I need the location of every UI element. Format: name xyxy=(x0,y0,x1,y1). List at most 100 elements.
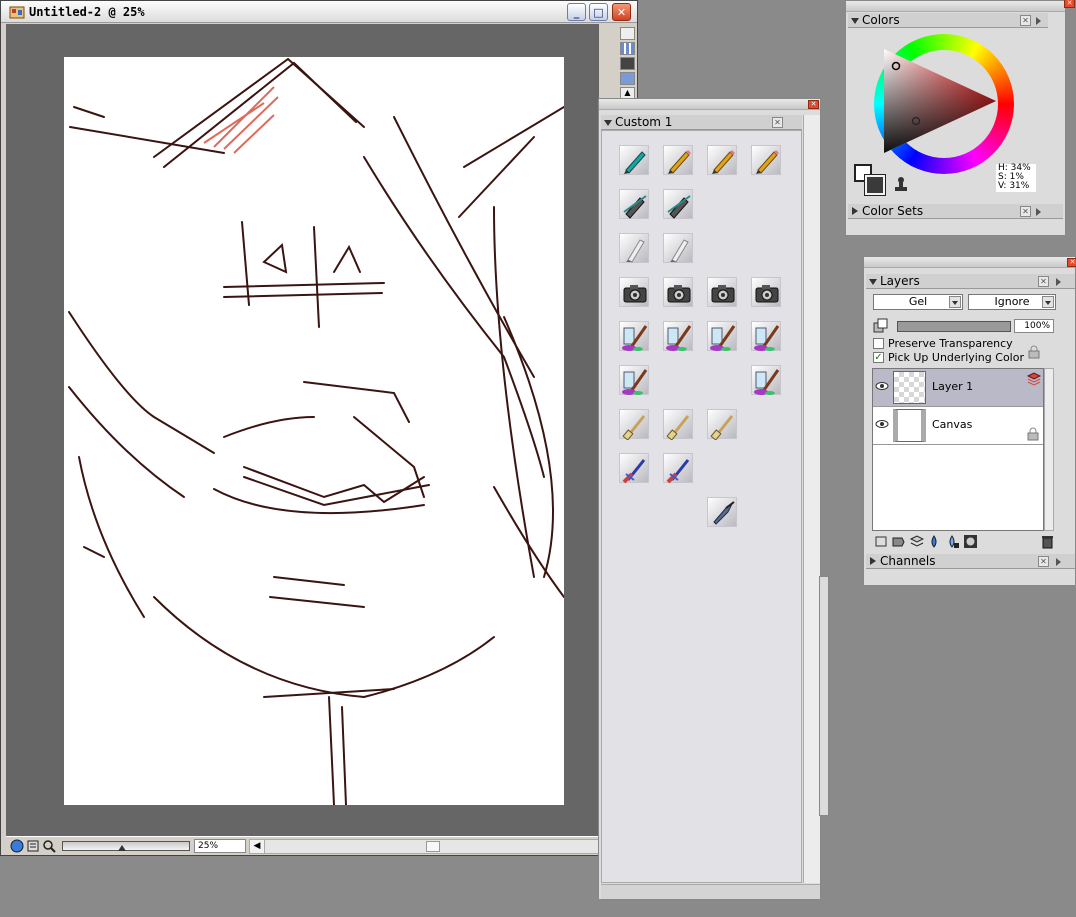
palette-menu-icon[interactable] xyxy=(1036,17,1041,25)
water-brush-icon[interactable] xyxy=(619,321,649,351)
flat-brush-icon[interactable] xyxy=(619,409,649,440)
collapse-arrow-icon[interactable] xyxy=(869,279,877,285)
preserve-transparency-checkbox[interactable] xyxy=(873,338,884,349)
canvas-area[interactable] xyxy=(6,24,599,836)
minimize-button[interactable]: _ xyxy=(567,3,586,21)
composite-method-value: Gel xyxy=(908,295,928,308)
close-button[interactable]: ✕ xyxy=(612,3,631,21)
maximize-button[interactable]: □ xyxy=(589,3,608,21)
opacity-slider[interactable] xyxy=(897,321,1011,332)
saturation-value-triangle[interactable] xyxy=(876,41,998,161)
drawing-canvas[interactable] xyxy=(64,57,564,805)
layer-row-layer-1[interactable]: Layer 1 xyxy=(873,369,1043,407)
camera-icon[interactable] xyxy=(707,277,737,307)
flat-brush-icon[interactable] xyxy=(707,409,737,440)
pick-up-underlying-checkbox[interactable]: ✓ xyxy=(873,352,884,363)
document-titlebar[interactable]: Untitled-2 @ 25% _ □ ✕ xyxy=(1,1,637,23)
colors-title: Colors xyxy=(862,13,900,27)
group-layers-icon[interactable] xyxy=(909,534,924,549)
layer-thumbnail xyxy=(893,371,926,404)
layer-list-scrollbar[interactable] xyxy=(1044,368,1054,531)
grid-icon[interactable] xyxy=(620,42,635,55)
globe-icon[interactable] xyxy=(10,839,24,853)
zoom-slider-thumb[interactable] xyxy=(118,843,126,851)
palette-menu-icon[interactable] xyxy=(1056,558,1061,566)
flat-brush-icon[interactable] xyxy=(663,409,693,440)
water-brush-icon[interactable] xyxy=(751,321,781,351)
layer-mask-icon[interactable] xyxy=(963,534,978,549)
composite-method-select[interactable]: Gel xyxy=(873,294,963,310)
layers-palette-titlebar[interactable] xyxy=(864,257,1075,268)
custom-palette-scrollbar[interactable] xyxy=(803,115,820,883)
eraser-pen-icon[interactable] xyxy=(663,189,693,219)
layer-row-canvas[interactable]: Canvas xyxy=(873,407,1043,445)
pencil-gold-icon[interactable] xyxy=(707,145,737,175)
eye-icon[interactable] xyxy=(875,417,889,431)
colors-palette: ✕ Colors ✕ H: 34% S: 1% V: 31% Color Set… xyxy=(845,0,1075,236)
eye-icon[interactable] xyxy=(875,379,889,393)
horizontal-scroll-thumb[interactable] xyxy=(426,841,440,852)
color-brush-icon[interactable] xyxy=(663,453,693,484)
water-brush-icon[interactable] xyxy=(751,365,781,395)
grabber-icon[interactable] xyxy=(26,839,40,853)
channels-header[interactable]: Channels ✕ xyxy=(866,554,1075,569)
zoom-value-field[interactable]: 25% xyxy=(194,839,246,853)
pencil-gold-icon[interactable] xyxy=(751,145,781,175)
nib-icon[interactable] xyxy=(663,233,693,263)
colors-header[interactable]: Colors ✕ xyxy=(848,13,1048,28)
chevron-down-icon[interactable] xyxy=(1042,296,1054,308)
chevron-down-icon[interactable] xyxy=(949,296,961,308)
palette-knife-icon[interactable] xyxy=(707,497,737,527)
water-brush-icon[interactable] xyxy=(663,321,693,351)
close-section-icon[interactable]: ✕ xyxy=(1020,15,1031,26)
custom-palette-close-button[interactable]: ✕ xyxy=(808,100,819,109)
collapse-arrow-icon[interactable] xyxy=(851,18,859,24)
camera-icon[interactable] xyxy=(619,277,649,307)
preserve-transparency-label: Preserve Transparency xyxy=(888,337,1013,350)
star-icon[interactable] xyxy=(620,72,635,85)
scroll-left-icon[interactable]: ◀ xyxy=(250,840,265,853)
layers-header[interactable]: Layers ✕ xyxy=(866,274,1075,289)
layers-palette-close-button[interactable]: ✕ xyxy=(1067,258,1076,267)
collapse-arrow-icon[interactable] xyxy=(604,120,612,126)
color-brush-icon[interactable] xyxy=(619,453,649,484)
custom-palette-titlebar[interactable] xyxy=(599,99,820,110)
palette-menu-icon[interactable] xyxy=(1036,208,1041,216)
layer-commands-icon[interactable] xyxy=(874,534,889,549)
canvas-view-icon[interactable] xyxy=(620,27,635,40)
expand-arrow-icon[interactable] xyxy=(852,207,858,215)
nib-icon[interactable] xyxy=(619,233,649,263)
eraser-pen-icon[interactable] xyxy=(619,189,649,219)
water-brush-icon[interactable] xyxy=(707,321,737,351)
close-section-icon[interactable]: ✕ xyxy=(1020,206,1031,217)
new-watercolor-layer-icon[interactable] xyxy=(945,534,960,549)
close-section-icon[interactable]: ✕ xyxy=(1038,556,1049,567)
composite-depth-select[interactable]: Ignore xyxy=(968,294,1056,310)
horizontal-scrollbar[interactable]: ◀ xyxy=(249,839,599,854)
background-color-swatch[interactable] xyxy=(864,174,886,196)
custom-header[interactable]: Custom 1 ✕ xyxy=(601,115,802,130)
water-brush-icon[interactable] xyxy=(619,365,649,395)
color-sets-header[interactable]: Color Sets ✕ xyxy=(848,204,1063,219)
colors-palette-close-button[interactable]: ✕ xyxy=(1064,0,1075,8)
magnifier-icon[interactable] xyxy=(42,839,56,853)
trash-icon[interactable] xyxy=(1040,534,1055,549)
layer-stack-icon xyxy=(1027,372,1041,386)
pencil-gold-icon[interactable] xyxy=(663,145,693,175)
dynamic-plugins-icon[interactable] xyxy=(891,534,906,549)
opacity-value-field[interactable]: 100% xyxy=(1014,319,1054,333)
value-value: V: 31% xyxy=(998,181,1030,191)
screen-mode-icon[interactable] xyxy=(620,57,635,70)
camera-icon[interactable] xyxy=(663,277,693,307)
pencil-teal-icon[interactable] xyxy=(619,145,649,175)
close-section-icon[interactable]: ✕ xyxy=(1038,276,1049,287)
close-section-icon[interactable]: ✕ xyxy=(772,117,783,128)
clone-color-stamp-icon[interactable] xyxy=(894,176,908,192)
zoom-slider[interactable] xyxy=(62,841,190,851)
palette-menu-icon[interactable] xyxy=(1056,278,1061,286)
colors-palette-titlebar[interactable] xyxy=(846,1,1065,12)
camera-icon[interactable] xyxy=(751,277,781,307)
color-sets-title: Color Sets xyxy=(862,204,924,218)
expand-arrow-icon[interactable] xyxy=(870,557,876,565)
new-layer-icon[interactable] xyxy=(927,534,942,549)
